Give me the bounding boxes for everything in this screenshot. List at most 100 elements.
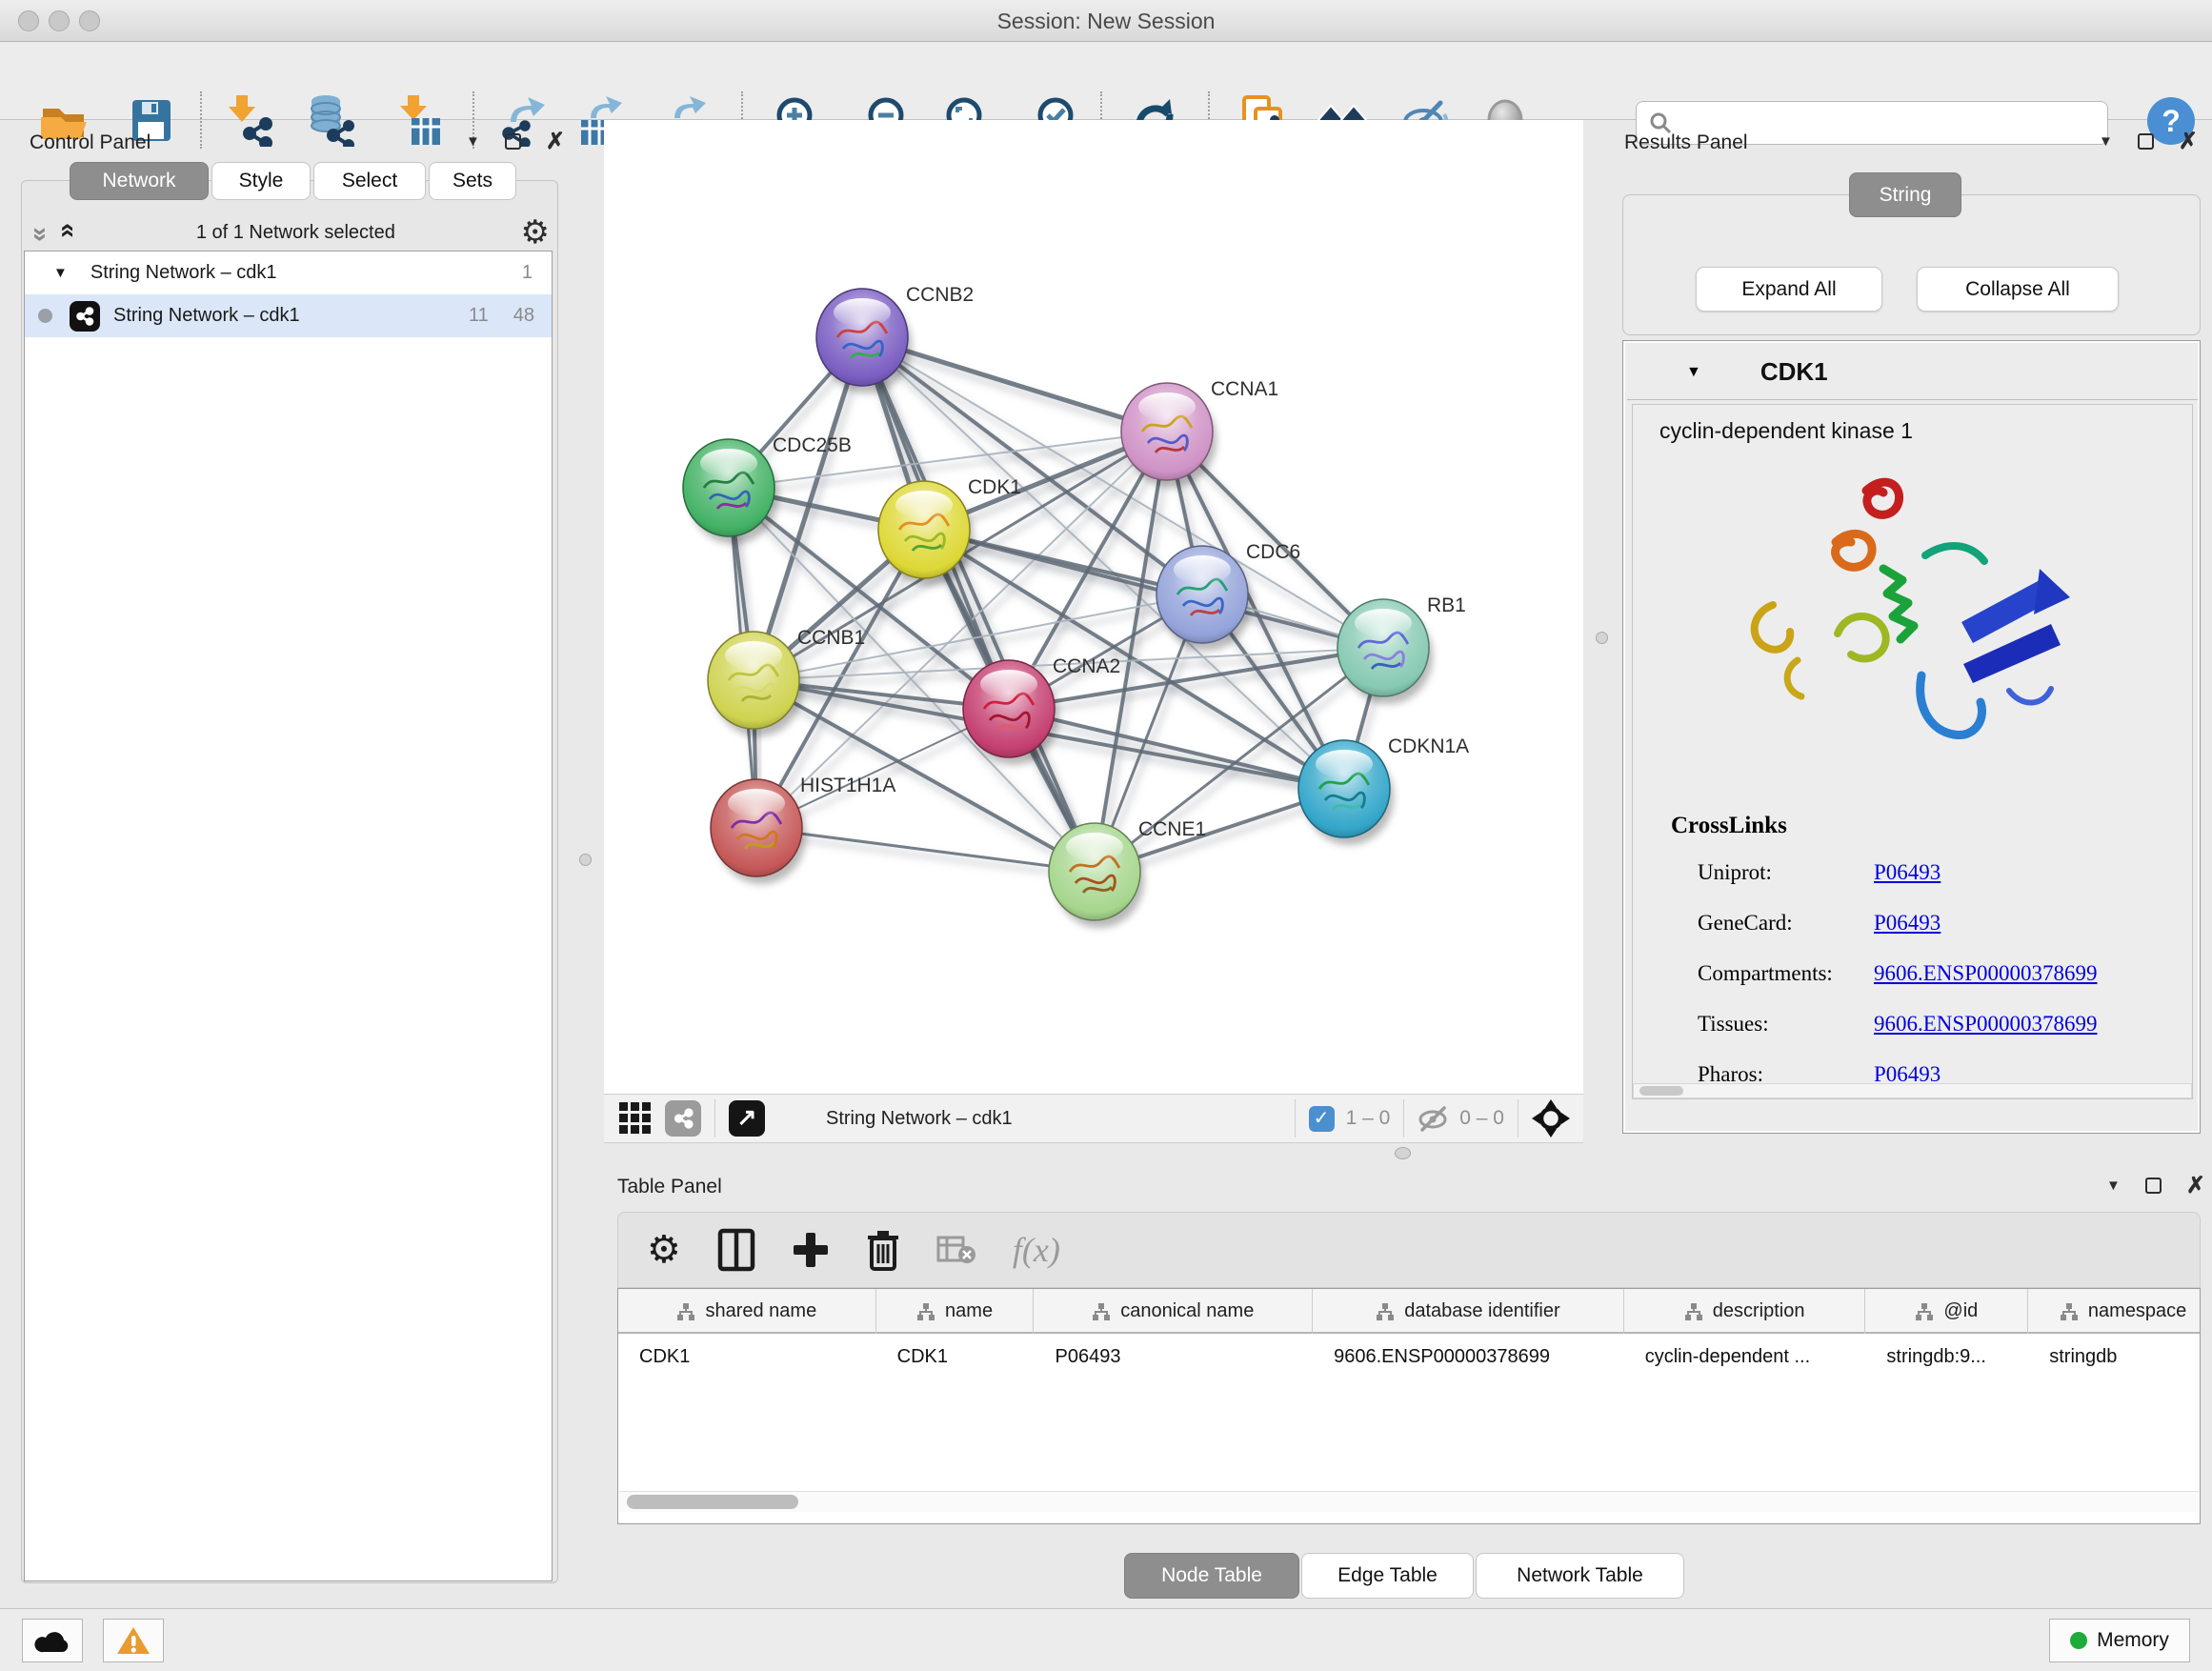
- tab-select[interactable]: Select: [313, 162, 426, 200]
- table-settings-gear-icon[interactable]: ⚙: [647, 1234, 681, 1266]
- float-panel-icon[interactable]: [505, 133, 521, 150]
- crosslink-value-link[interactable]: 9606.ENSP00000378699: [1874, 1012, 2098, 1036]
- tab-network[interactable]: Network: [70, 162, 209, 200]
- table-cell[interactable]: CDK1: [618, 1336, 876, 1378]
- column-header-3[interactable]: database identifier: [1313, 1289, 1624, 1334]
- import-table-icon[interactable]: [391, 91, 448, 149]
- network-node-count: 11: [469, 305, 489, 327]
- warnings-button[interactable]: [103, 1619, 164, 1662]
- close-panel-icon[interactable]: ✗: [2186, 1178, 2205, 1194]
- protein-section-header[interactable]: ▼ CDK1: [1627, 345, 2198, 400]
- collection-expand-icon[interactable]: ▼: [53, 265, 68, 281]
- crosslinks-title: CrossLinks: [1671, 813, 1787, 839]
- network-node-CDKN1A[interactable]: CDKN1A: [1298, 735, 1469, 845]
- crosslink-row: Uniprot:P06493: [1698, 860, 1941, 885]
- crosslink-value-link[interactable]: 9606.ENSP00000378699: [1874, 961, 2098, 985]
- crosslink-value-link[interactable]: P06493: [1874, 860, 1941, 884]
- panel-menu-icon[interactable]: ▼: [2106, 1178, 2121, 1194]
- column-type-icon: [2060, 1302, 2079, 1321]
- table-cell[interactable]: CDK1: [876, 1336, 1035, 1378]
- toolbar-divider: [1295, 1099, 1296, 1137]
- tab-style[interactable]: Style: [211, 162, 311, 200]
- network-node-CCNB2[interactable]: CCNB2: [816, 284, 974, 393]
- column-header-6[interactable]: namespace: [2028, 1289, 2201, 1334]
- panel-menu-icon[interactable]: ▼: [2099, 133, 2113, 150]
- function-builder-icon[interactable]: f(x): [1013, 1230, 1060, 1270]
- table-cell[interactable]: stringdb: [2028, 1336, 2201, 1378]
- cloud-status-button[interactable]: [22, 1619, 83, 1662]
- network-overview-icon[interactable]: [665, 1100, 701, 1137]
- memory-status-dot: [2070, 1632, 2087, 1649]
- network-node-HIST1H1A[interactable]: HIST1H1A: [711, 775, 895, 884]
- table-header-row: shared namenamecanonical namedatabase id…: [618, 1289, 2201, 1334]
- birdseye-view-icon[interactable]: ↗: [729, 1100, 765, 1137]
- node-label-CDC25B: CDC25B: [773, 434, 852, 456]
- column-header-1[interactable]: name: [876, 1289, 1035, 1334]
- show-columns-icon[interactable]: [717, 1228, 755, 1272]
- close-panel-icon[interactable]: ✗: [2179, 133, 2198, 150]
- network-node-RB1[interactable]: RB1: [1337, 594, 1466, 704]
- column-type-icon: [1915, 1302, 1934, 1321]
- network-selection-status: 1 of 1 Network selected: [70, 222, 520, 244]
- table-horizontal-scrollbar[interactable]: [619, 1491, 2199, 1512]
- table-row[interactable]: CDK1CDK1P064939606.ENSP00000378699cyclin…: [618, 1336, 2201, 1378]
- network-node-CCNE1[interactable]: CCNE1: [1049, 818, 1206, 928]
- tab-edge-table[interactable]: Edge Table: [1301, 1553, 1474, 1599]
- hidden-node-edge-counts: 0 – 0: [1459, 1107, 1504, 1130]
- current-network-dot: [38, 309, 52, 323]
- memory-button[interactable]: Memory: [2049, 1619, 2190, 1662]
- delete-column-icon[interactable]: [866, 1229, 900, 1271]
- tab-string[interactable]: String: [1849, 172, 1961, 217]
- tab-sets[interactable]: Sets: [429, 162, 516, 200]
- node-label-CCNA1: CCNA1: [1211, 378, 1278, 400]
- network-type-icon: [70, 301, 100, 332]
- network-node-CDC6[interactable]: CDC6: [1156, 541, 1300, 651]
- tab-node-table[interactable]: Node Table: [1124, 1553, 1299, 1599]
- add-column-icon[interactable]: [792, 1231, 830, 1269]
- main-toolbar: ?: [0, 42, 2212, 120]
- column-header-2[interactable]: canonical name: [1034, 1289, 1313, 1334]
- node-label-CCNB1: CCNB1: [797, 627, 865, 649]
- expand-all-button[interactable]: Expand All: [1696, 267, 1882, 312]
- collapse-all-button[interactable]: Collapse All: [1917, 267, 2119, 312]
- bottom-splitter-handle[interactable]: [1395, 1147, 1411, 1159]
- grid-view-icon[interactable]: [617, 1100, 654, 1137]
- network-list: ▼ String Network – cdk1 1 String Network…: [24, 251, 553, 1581]
- close-panel-icon[interactable]: ✗: [546, 133, 565, 150]
- float-panel-icon[interactable]: [2138, 133, 2154, 150]
- hidden-eye-icon[interactable]: [1418, 1104, 1450, 1133]
- results-panel-window-controls: ▼ ✗: [2099, 133, 2198, 150]
- network-view-panel: CCNB2CCNA1CDC25BCDK1CDC6RB1CCNB1CCNA2CDK…: [604, 120, 1583, 1143]
- delete-table-icon[interactable]: [936, 1234, 976, 1266]
- network-options-gear-icon[interactable]: ⚙: [521, 216, 550, 249]
- node-label-CCNB2: CCNB2: [906, 284, 974, 306]
- selected-checkbox-icon[interactable]: ✓: [1309, 1106, 1335, 1132]
- node-position-reset-icon[interactable]: [1532, 1099, 1570, 1137]
- column-header-0[interactable]: shared name: [618, 1289, 876, 1334]
- network-canvas[interactable]: CCNB2CCNA1CDC25BCDK1CDC6RB1CCNB1CCNA2CDK…: [604, 124, 1583, 1094]
- column-header-5[interactable]: @id: [1865, 1289, 2028, 1334]
- control-panel-window-controls: ▼ ✗: [466, 133, 565, 150]
- right-splitter-handle[interactable]: [1596, 632, 1608, 644]
- node-label-CDKN1A: CDKN1A: [1388, 735, 1469, 757]
- float-panel-icon[interactable]: [2145, 1178, 2162, 1194]
- network-row[interactable]: String Network – cdk1 11 48: [25, 294, 552, 337]
- collapse-section-icon[interactable]: ▼: [1686, 364, 1701, 381]
- import-database-icon[interactable]: [303, 91, 360, 149]
- crosslink-value-link[interactable]: P06493: [1874, 911, 1941, 935]
- protein-description: cyclin-dependent kinase 1: [1659, 418, 1913, 444]
- table-cell[interactable]: cyclin-dependent ...: [1624, 1336, 1866, 1378]
- tab-network-table[interactable]: Network Table: [1476, 1553, 1684, 1599]
- import-network-icon[interactable]: [221, 91, 278, 149]
- results-horizontal-scrollbar[interactable]: [1633, 1083, 2192, 1098]
- table-panel-window-controls: ▼ ✗: [2106, 1178, 2205, 1194]
- network-node-CCNA1[interactable]: CCNA1: [1121, 378, 1278, 488]
- table-cell[interactable]: stringdb:9...: [1865, 1336, 2028, 1378]
- column-header-4[interactable]: description: [1624, 1289, 1866, 1334]
- left-splitter-handle[interactable]: [579, 854, 592, 866]
- panel-menu-icon[interactable]: ▼: [466, 133, 480, 150]
- table-cell[interactable]: P06493: [1034, 1336, 1313, 1378]
- collapse-all-networks-icon[interactable]: »: [50, 227, 80, 238]
- table-cell[interactable]: 9606.ENSP00000378699: [1313, 1336, 1624, 1378]
- network-collection-row[interactable]: ▼ String Network – cdk1 1: [25, 252, 552, 294]
